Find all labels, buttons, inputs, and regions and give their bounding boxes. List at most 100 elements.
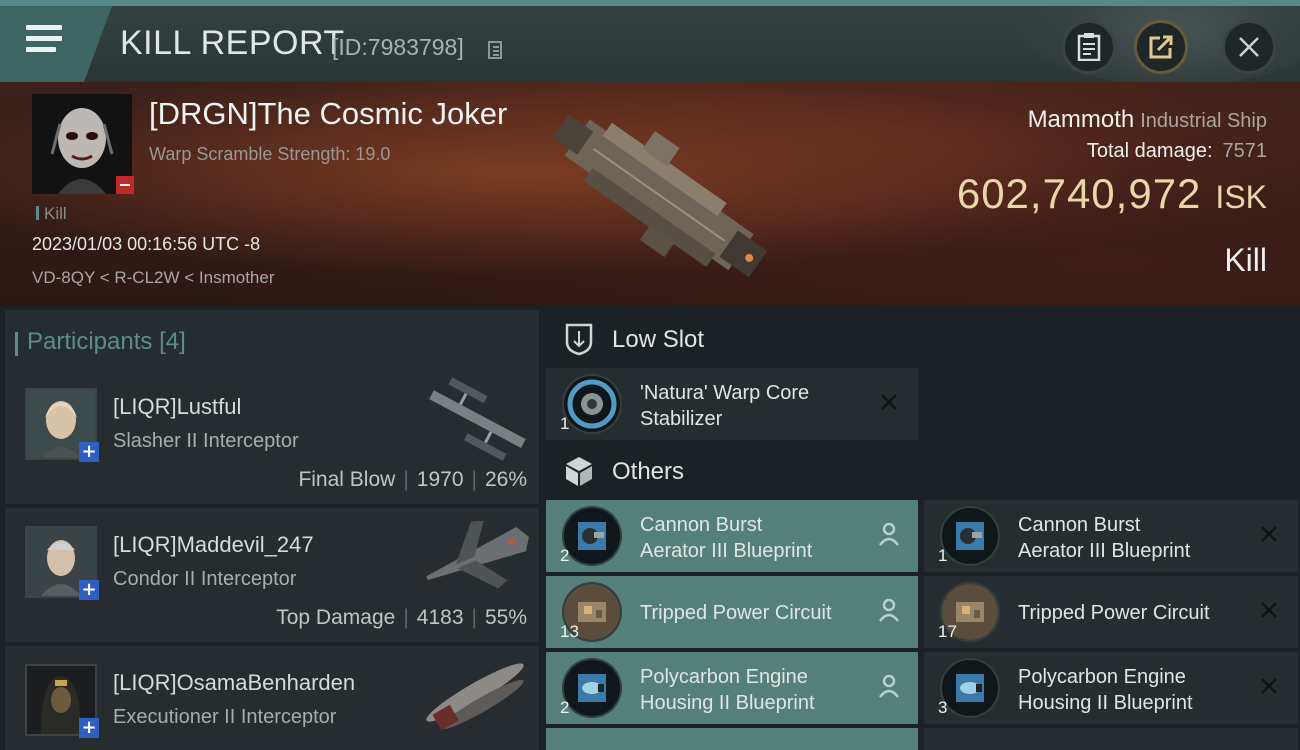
page-title: KILL REPORT	[120, 24, 345, 62]
participants-count: [4]	[159, 328, 186, 355]
fitting-item-dropped[interactable]: 13 Tripped Power Circuit	[546, 576, 918, 648]
shield-icon	[565, 323, 593, 356]
participant-ship: Slasher II Interceptor	[113, 430, 299, 452]
item-name: Cannon Burst Aerator III Blueprint	[1018, 512, 1248, 564]
share-button[interactable]	[1134, 20, 1188, 74]
copy-icon[interactable]	[488, 41, 502, 59]
isk-unit: ISK	[1215, 179, 1267, 215]
low-slot-title: Low Slot	[612, 326, 705, 353]
blueprint-icon	[562, 658, 622, 718]
participant-name: [LIQR]OsamaBenharden	[113, 670, 356, 695]
fitting-item-destroyed[interactable]: 1 Cannon Burst Aerator III Blueprint	[924, 500, 1298, 572]
ship-name[interactable]: Mammoth	[1028, 106, 1135, 133]
ally-plus-badge: +	[79, 718, 99, 738]
report-id: [ID:7983798]	[332, 34, 464, 60]
participants-label: Participants	[27, 328, 153, 355]
participant-ship: Executioner II Interceptor	[113, 706, 337, 728]
kill-tag: Kill	[36, 204, 67, 224]
fitting-item-dropped[interactable]: 2 Polycarbon Engine Housing II Blueprint	[546, 652, 918, 724]
item-name: Tripped Power Circuit	[640, 602, 832, 624]
ship-class: Industrial Ship	[1140, 110, 1267, 132]
fitting-item-destroyed[interactable]: 3 Polycarbon Engine Housing II Blueprint	[924, 652, 1298, 724]
menu-icon-bar	[26, 36, 62, 41]
participant-row[interactable]: + [LIQR]Maddevil_247 Condor II Intercept…	[5, 508, 539, 642]
item-quantity: 3	[938, 698, 948, 717]
participant-name: [LIQR]Lustful	[113, 394, 242, 419]
participant-stats: Top Damage | 4183 | 55%	[276, 606, 527, 629]
participants-title: Participants [4]	[15, 328, 186, 356]
ship-info: Mammoth Industrial Ship	[1028, 106, 1267, 134]
participant-name: [LIQR]Maddevil_247	[113, 532, 314, 557]
fitting-item-destroyed[interactable]: 17 Tripped Power Circuit	[924, 576, 1298, 648]
fitting-item-dropped-partial[interactable]	[546, 728, 918, 750]
item-name: Polycarbon Engine Housing II Blueprint	[1018, 664, 1248, 716]
item-quantity: 17	[938, 622, 957, 641]
kill-type: Kill	[1224, 242, 1267, 278]
item-quantity: 2	[560, 698, 570, 717]
top-bar: KILL REPORT [ID:7983798]	[0, 0, 1300, 86]
participant-ship-image	[429, 378, 526, 461]
hostile-badge	[116, 176, 134, 194]
item-name-line2: Aerator III Blueprint	[1018, 540, 1191, 562]
isk-amount: 602,740,972	[956, 170, 1202, 217]
item-name: Tripped Power Circuit	[1018, 602, 1210, 624]
item-name-line1: Cannon Burst	[640, 514, 763, 536]
clipboard-icon	[1077, 33, 1101, 61]
warp-scramble-strength: Warp Scramble Strength: 19.0	[149, 144, 391, 164]
participant-role: Final Blow	[298, 468, 396, 491]
participant-row[interactable]: + [LIQR]Lustful Slasher II Interceptor F…	[5, 370, 539, 504]
item-name-line2: Housing II Blueprint	[640, 692, 815, 714]
close-button[interactable]	[1222, 20, 1276, 74]
kill-datetime: 2023/01/03 00:16:56 UTC -8	[32, 234, 261, 254]
item-quantity: 1	[560, 414, 570, 433]
kill-banner: [DRGN]The Cosmic Joker Warp Scramble Str…	[0, 82, 1300, 306]
fitting-item-dropped[interactable]: 2 Cannon Burst Aerator III Blueprint	[546, 500, 918, 572]
participant-damage: 4183	[416, 606, 464, 629]
menu-icon	[26, 25, 62, 30]
item-name-line2: Aerator III Blueprint	[640, 540, 813, 562]
person-icon	[879, 522, 899, 546]
item-name-line1: Polycarbon Engine	[1018, 666, 1186, 688]
total-damage-value: 7571	[1222, 140, 1268, 162]
item-quantity: 1	[938, 546, 948, 565]
ally-plus-badge: +	[79, 442, 99, 462]
item-name-line2: Stabilizer	[640, 408, 723, 430]
participant-row[interactable]: + [LIQR]OsamaBenharden Executioner II In…	[5, 646, 539, 750]
participant-ship-image	[426, 520, 529, 589]
blueprint-icon	[562, 506, 622, 566]
destroyed-x-icon	[881, 394, 897, 410]
item-quantity: 2	[560, 546, 570, 565]
participant-role: Top Damage	[276, 606, 396, 629]
participant-percent: 55%	[484, 606, 527, 629]
menu-button[interactable]	[0, 6, 112, 82]
item-name-line1: Polycarbon Engine	[640, 666, 808, 688]
item-name-line2: Housing II Blueprint	[1018, 692, 1193, 714]
item-name-line1: Cannon Burst	[1018, 514, 1141, 536]
participants-panel: Participants [4] + [LIQR]Lustful Slasher…	[0, 306, 540, 750]
item-quantity: 13	[560, 622, 579, 641]
victim-name[interactable]: [DRGN]The Cosmic Joker	[149, 96, 507, 132]
participant-ship-image	[426, 663, 524, 731]
fitting-item-destroyed-partial[interactable]	[924, 728, 1298, 750]
blueprint-icon	[940, 658, 1000, 718]
module-icon	[562, 374, 622, 434]
others-title: Others	[612, 458, 685, 485]
person-icon	[879, 674, 899, 698]
total-damage: Total damage: 7571	[1087, 140, 1267, 163]
person-icon	[879, 598, 899, 622]
destroyed-x-icon	[1261, 526, 1277, 542]
fitting-item[interactable]: 1 'Natura' Warp Core Stabilizer	[546, 368, 918, 440]
total-damage-label: Total damage:	[1086, 140, 1213, 162]
item-name: 'Natura' Warp Core Stabilizer	[640, 380, 870, 432]
blueprint-icon	[940, 506, 1000, 566]
kill-location[interactable]: VD-8QY < R-CL2W < Insmother	[32, 268, 275, 288]
participant-stats: Final Blow | 1970 | 26%	[298, 468, 527, 491]
destroyed-x-icon	[1261, 678, 1277, 694]
clipboard-button[interactable]	[1062, 20, 1116, 74]
item-name: Cannon Burst Aerator III Blueprint	[640, 512, 870, 564]
participant-ship: Condor II Interceptor	[113, 568, 297, 590]
participants-header[interactable]: Participants [4]	[5, 310, 539, 370]
close-icon	[1239, 37, 1259, 57]
participant-percent: 26%	[484, 468, 527, 491]
ally-plus-badge: +	[79, 580, 99, 600]
